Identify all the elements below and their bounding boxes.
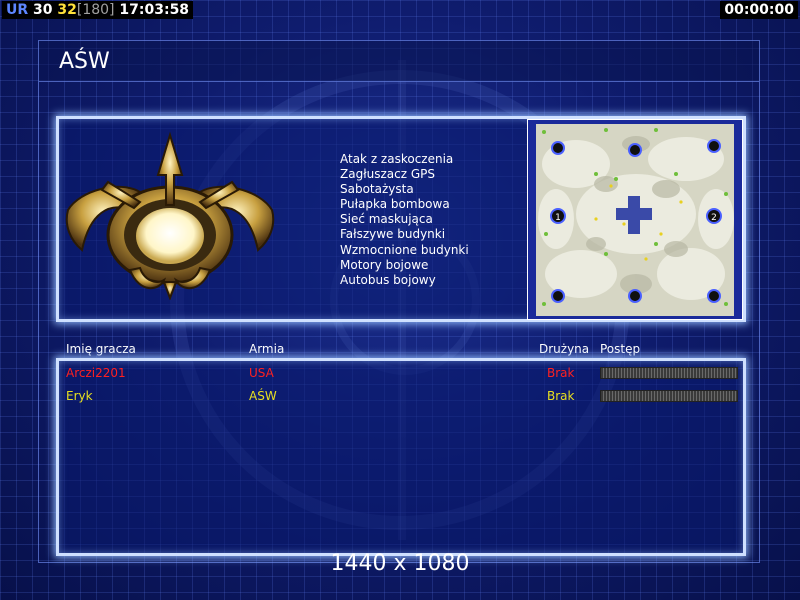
column-header-army: Armia — [249, 342, 285, 356]
title-bar: AŚW — [38, 40, 760, 82]
feature-item: Fałszywe budynki — [340, 227, 446, 242]
faction-emblem — [65, 131, 275, 300]
player-progress-bar — [600, 367, 738, 379]
map-terrain-art: 1 2 — [536, 124, 734, 316]
feature-item: Motory bojowe — [340, 257, 429, 272]
feature-item: Sieć maskująca — [340, 212, 433, 227]
column-header-progress: Postęp — [600, 342, 641, 356]
player-team: Brak — [547, 366, 575, 380]
player-army: AŚW — [249, 389, 277, 403]
hud-clock: 17:03:58 — [119, 2, 190, 18]
hud-value-a: 30 — [33, 2, 53, 18]
faction-features-list: Atak z zaskoczenia Zagłuszacz GPS Sabota… — [340, 152, 469, 288]
feature-item: Sabotażysta — [340, 182, 414, 197]
hud-timer: 00:00:00 — [720, 1, 798, 19]
feature-item: Autobus bojowy — [340, 272, 436, 287]
map-start-label: 2 — [711, 213, 717, 223]
faction-title: AŚW — [59, 49, 110, 74]
player-team: Brak — [547, 389, 575, 403]
column-header-team: Drużyna — [539, 342, 590, 356]
top-hud-stats: UR 30 32[180] 17:03:58 — [2, 1, 194, 19]
map-start-label: 1 — [555, 213, 561, 223]
frame-line-left — [38, 82, 39, 562]
column-header-name: Imię gracza — [66, 342, 136, 356]
resolution-label: 1440 x 1080 — [330, 551, 470, 576]
frame-line-right — [759, 82, 760, 562]
player-progress-bar — [600, 390, 738, 402]
feature-item: Atak z zaskoczenia — [340, 152, 454, 166]
feature-item: Pułapka bombowa — [340, 197, 450, 212]
player-list-panel — [56, 358, 746, 556]
player-name: Arczi2201 — [66, 366, 126, 380]
player-army: USA — [249, 366, 274, 380]
map-preview: 1 2 — [527, 119, 743, 320]
map-terrain: 1 2 — [536, 124, 734, 316]
player-name: Eryk — [66, 389, 93, 403]
feature-item: Wzmocnione budynki — [340, 242, 469, 257]
hud-tag: UR — [6, 2, 29, 18]
feature-item: Zagłuszacz GPS — [340, 167, 435, 182]
hud-value-b: 32 — [57, 2, 77, 18]
hud-value-c: [180] — [76, 2, 115, 18]
